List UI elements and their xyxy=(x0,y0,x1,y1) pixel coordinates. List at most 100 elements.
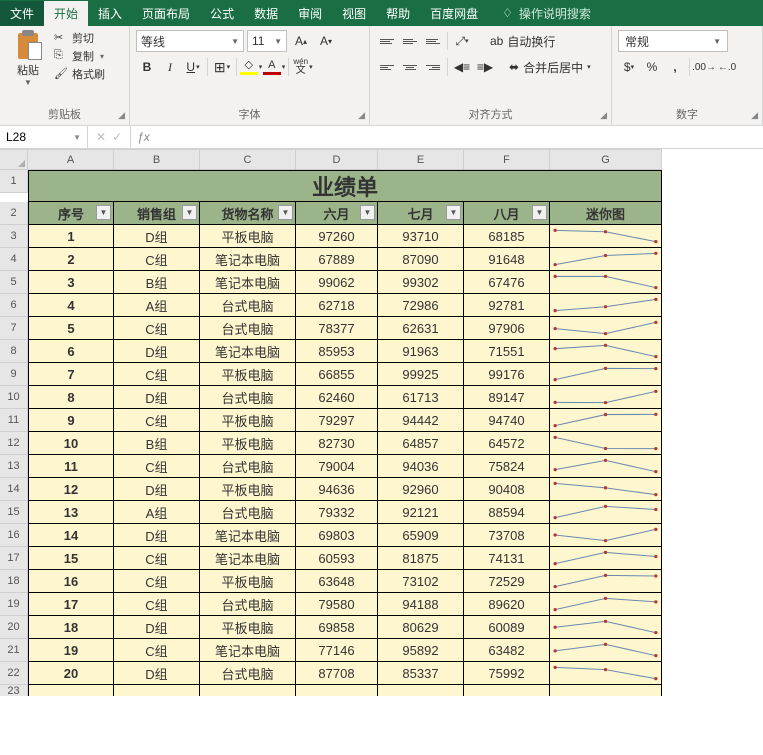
select-all-corner[interactable] xyxy=(0,149,28,170)
cell[interactable]: 99062 xyxy=(296,271,378,294)
cell[interactable]: 笔记本电脑 xyxy=(200,524,296,547)
format-painter-button[interactable]: 格式刷 xyxy=(54,66,105,82)
cell[interactable]: 74131 xyxy=(464,547,550,570)
cell[interactable]: 85953 xyxy=(296,340,378,363)
cell[interactable]: A组 xyxy=(114,294,200,317)
cell[interactable]: 平板电脑 xyxy=(200,409,296,432)
cell[interactable]: D组 xyxy=(114,524,200,547)
cell[interactable]: 78377 xyxy=(296,317,378,340)
cell[interactable]: 台式电脑 xyxy=(200,501,296,524)
cell[interactable]: 9 xyxy=(28,409,114,432)
row-header[interactable]: 22 xyxy=(0,662,28,685)
align-right-button[interactable] xyxy=(422,56,444,78)
decrease-decimal-button[interactable]: ←.0 xyxy=(716,56,738,78)
cell[interactable]: 69803 xyxy=(296,524,378,547)
col-header-D[interactable]: D xyxy=(296,149,378,170)
accounting-format-button[interactable]: $▾ xyxy=(618,56,640,78)
sheet-title[interactable]: 业绩单 xyxy=(28,170,662,202)
shrink-font-button[interactable]: A▾ xyxy=(315,30,337,52)
cell[interactable]: 89620 xyxy=(464,593,550,616)
cell[interactable]: 91963 xyxy=(378,340,464,363)
cell[interactable]: 91648 xyxy=(464,248,550,271)
cell[interactable]: 2 xyxy=(28,248,114,271)
cell[interactable]: 92121 xyxy=(378,501,464,524)
tab-视图[interactable]: 视图 xyxy=(332,1,376,26)
table-header[interactable]: 七月▼ xyxy=(378,202,464,225)
cell[interactable] xyxy=(464,685,550,696)
row-header[interactable]: 19 xyxy=(0,593,28,616)
row-header[interactable]: 13 xyxy=(0,455,28,478)
cell[interactable]: C组 xyxy=(114,547,200,570)
table-header[interactable]: 货物名称▼ xyxy=(200,202,296,225)
cell[interactable]: 8 xyxy=(28,386,114,409)
row-header[interactable]: 16 xyxy=(0,524,28,547)
cell[interactable]: C组 xyxy=(114,639,200,662)
sparkline-cell[interactable] xyxy=(550,570,662,593)
cell[interactable]: 20 xyxy=(28,662,114,685)
cell[interactable]: 94188 xyxy=(378,593,464,616)
align-left-button[interactable] xyxy=(376,56,398,78)
cell[interactable]: 笔记本电脑 xyxy=(200,547,296,570)
cell[interactable]: 台式电脑 xyxy=(200,317,296,340)
tab-文件[interactable]: 文件 xyxy=(0,1,44,26)
cell[interactable]: 61713 xyxy=(378,386,464,409)
cell[interactable]: 14 xyxy=(28,524,114,547)
cell[interactable]: B组 xyxy=(114,432,200,455)
align-middle-button[interactable] xyxy=(399,30,421,52)
phonetic-button[interactable]: wén文▾ xyxy=(292,56,314,78)
cell[interactable]: 6 xyxy=(28,340,114,363)
cell[interactable]: 79332 xyxy=(296,501,378,524)
cell[interactable]: 台式电脑 xyxy=(200,386,296,409)
cell[interactable]: 4 xyxy=(28,294,114,317)
cell[interactable]: 75992 xyxy=(464,662,550,685)
cell[interactable]: 台式电脑 xyxy=(200,294,296,317)
cell[interactable]: 17 xyxy=(28,593,114,616)
cell[interactable]: D组 xyxy=(114,662,200,685)
cell[interactable]: 72986 xyxy=(378,294,464,317)
cell[interactable]: 97906 xyxy=(464,317,550,340)
accept-icon[interactable]: ✓ xyxy=(112,130,122,144)
cell[interactable]: D组 xyxy=(114,386,200,409)
cell[interactable]: 97260 xyxy=(296,225,378,248)
cell[interactable]: 11 xyxy=(28,455,114,478)
cell[interactable]: 75824 xyxy=(464,455,550,478)
cell[interactable]: 95892 xyxy=(378,639,464,662)
filter-button[interactable]: ▼ xyxy=(182,205,197,220)
expand-icon[interactable]: ◢ xyxy=(751,110,758,121)
expand-icon[interactable]: ◢ xyxy=(118,110,125,121)
filter-button[interactable]: ▼ xyxy=(96,205,111,220)
filter-button[interactable]: ▼ xyxy=(532,205,547,220)
cell[interactable]: 94740 xyxy=(464,409,550,432)
cell[interactable]: 19 xyxy=(28,639,114,662)
row-header[interactable]: 4 xyxy=(0,248,28,271)
sparkline-cell[interactable] xyxy=(550,317,662,340)
cell[interactable]: 笔记本电脑 xyxy=(200,248,296,271)
sparkline-cell[interactable] xyxy=(550,662,662,685)
cell[interactable]: D组 xyxy=(114,616,200,639)
cell[interactable]: 80629 xyxy=(378,616,464,639)
col-header-G[interactable]: G xyxy=(550,149,662,170)
row-header[interactable]: 2 xyxy=(0,202,28,225)
underline-button[interactable]: U▾ xyxy=(182,56,204,78)
cell[interactable]: 7 xyxy=(28,363,114,386)
filter-button[interactable]: ▼ xyxy=(446,205,461,220)
font-size-select[interactable]: 11▼ xyxy=(247,30,287,52)
tab-数据[interactable]: 数据 xyxy=(244,1,288,26)
tab-页面布局[interactable]: 页面布局 xyxy=(132,1,200,26)
fx-icon[interactable]: ƒx xyxy=(131,126,156,148)
cell[interactable] xyxy=(550,685,662,696)
cell[interactable]: 10 xyxy=(28,432,114,455)
percent-button[interactable]: % xyxy=(641,56,663,78)
cell[interactable]: 13 xyxy=(28,501,114,524)
decrease-indent-button[interactable]: ◀≡ xyxy=(451,56,473,78)
bold-button[interactable]: B xyxy=(136,56,158,78)
cell[interactable]: 79297 xyxy=(296,409,378,432)
fill-color-button[interactable]: ◇▾ xyxy=(240,56,262,78)
align-center-button[interactable] xyxy=(399,56,421,78)
increase-indent-button[interactable]: ≡▶ xyxy=(474,56,496,78)
cell[interactable]: 平板电脑 xyxy=(200,363,296,386)
tab-插入[interactable]: 插入 xyxy=(88,1,132,26)
paste-button[interactable]: 粘贴 ▼ xyxy=(6,30,50,104)
sparkline-cell[interactable] xyxy=(550,478,662,501)
cell[interactable]: 64857 xyxy=(378,432,464,455)
